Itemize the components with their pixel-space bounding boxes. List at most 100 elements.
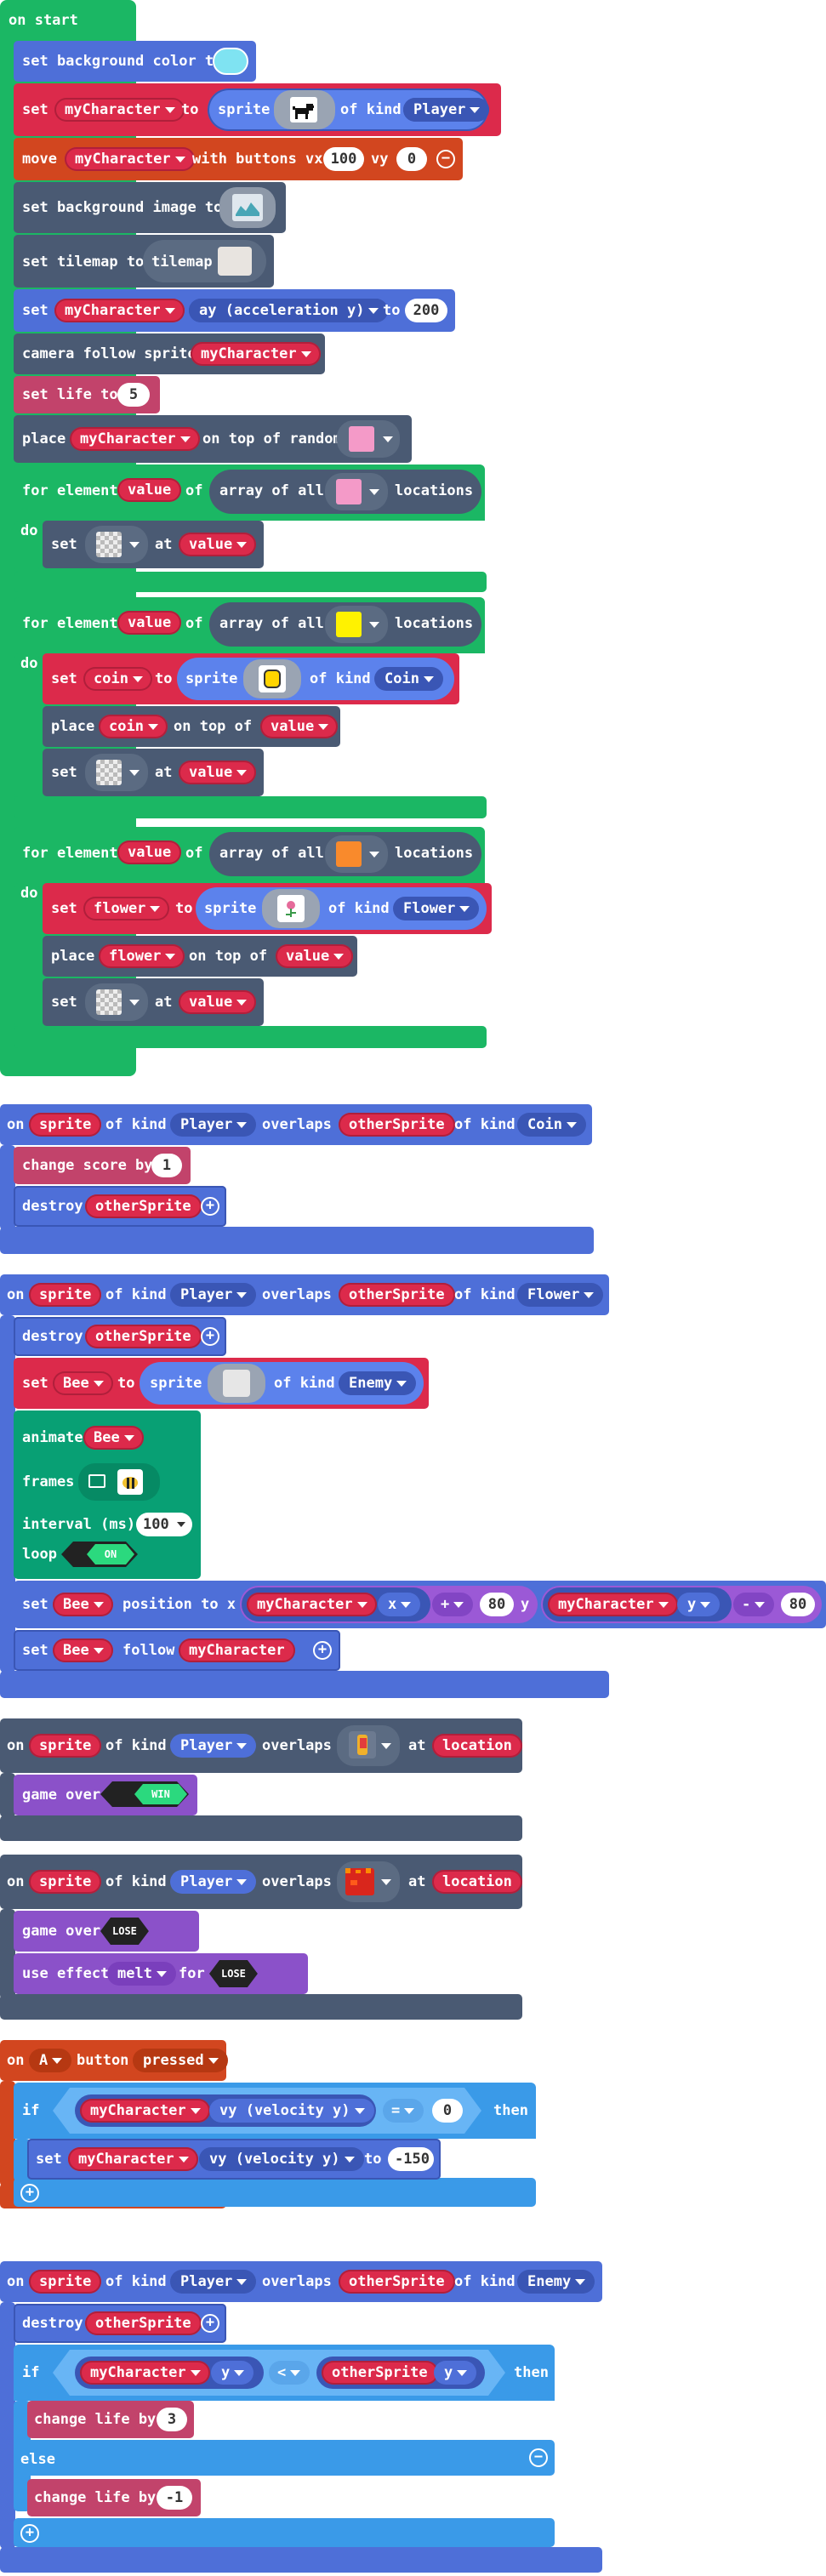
mycharacter-dropdown[interactable]: myCharacter [548,1593,678,1616]
mycharacter-variable[interactable]: myCharacter [179,1638,295,1662]
bee-dropdown[interactable]: Bee [53,1371,113,1395]
tilemap-preview-icon[interactable] [218,247,252,276]
minus-icon[interactable]: − [436,150,455,168]
coin-dropdown[interactable]: coin [99,715,168,738]
kind-player-dropdown[interactable]: Player [170,1113,257,1137]
value-variable[interactable]: value [117,611,182,635]
interval-dropdown[interactable]: 100 [136,1513,192,1536]
kind-flower-dropdown[interactable]: Flower [517,1283,604,1307]
kind-enemy-dropdown[interactable]: Enemy [517,2270,595,2294]
y-prop-dropdown[interactable]: y [434,2361,477,2385]
flower-dropdown[interactable]: flower [83,897,170,920]
bg-color-swatch[interactable] [213,48,248,75]
score-value-input[interactable]: 1 [151,1154,182,1177]
othersprite-variable[interactable]: otherSprite [85,2311,202,2335]
mycharacter-dropdown[interactable]: myCharacter [54,299,185,322]
bee-dropdown[interactable]: Bee [53,1593,113,1616]
kind-coin-dropdown[interactable]: Coin [374,667,443,691]
value-dropdown[interactable]: value [179,990,257,1014]
othersprite-variable[interactable]: otherSprite [339,1113,455,1137]
lose-toggle[interactable]: LOSE [100,1918,149,1945]
value-dropdown[interactable]: value [276,944,354,968]
plus-icon[interactable]: + [201,1197,219,1216]
life-value-input[interactable]: 5 [117,383,150,407]
less-than-op-dropdown[interactable]: < [269,2361,310,2385]
mycharacter-dropdown[interactable]: myCharacter [80,2099,210,2123]
plus-icon[interactable]: + [20,2184,39,2203]
bee-dropdown[interactable]: Bee [83,1426,144,1450]
pink-tile-swatch [349,426,374,452]
kind-player-dropdown[interactable]: Player [170,1283,257,1307]
sprite-variable[interactable]: sprite [29,1734,102,1758]
compare-value-input[interactable]: 0 [432,2099,463,2123]
value-variable[interactable]: value [117,478,182,502]
ay-value-input[interactable]: 200 [405,299,447,322]
button-a-dropdown[interactable]: A [29,2049,72,2072]
othersprite-variable[interactable]: otherSprite [322,2361,438,2385]
value-dropdown[interactable]: value [260,715,339,738]
plus-icon[interactable]: + [313,1641,332,1660]
y-offset-input[interactable]: 80 [781,1593,815,1616]
mycharacter-dropdown[interactable]: myCharacter [80,2361,210,2385]
of-kind-label: of kind [105,1737,167,1754]
value-dropdown[interactable]: value [179,761,257,784]
sprite-variable[interactable]: sprite [29,1113,102,1137]
othersprite-variable[interactable]: otherSprite [339,1283,455,1307]
value-dropdown[interactable]: value [179,533,257,556]
of-kind-label: of kind [328,900,390,917]
x-prop-dropdown[interactable]: x [378,1593,421,1616]
location-variable[interactable]: location [432,1734,522,1758]
vy-value-input[interactable]: -150 [388,2147,434,2171]
minus-icon[interactable]: − [529,2448,548,2467]
life-change-input[interactable]: -1 [157,2486,192,2510]
kind-player-dropdown[interactable]: Player [170,1734,257,1758]
vy-prop-dropdown[interactable]: vy (velocity y) [209,2099,374,2123]
chevron-down-icon [381,1879,391,1885]
minus-op-dropdown[interactable]: - [733,1593,775,1616]
othersprite-variable[interactable]: otherSprite [85,1325,202,1348]
set-label: set [51,900,77,917]
vy-input[interactable]: 0 [396,147,427,171]
bee-dropdown[interactable]: Bee [53,1638,113,1662]
kind-enemy-dropdown[interactable]: Enemy [339,1371,417,1395]
y-prop-dropdown[interactable]: y [211,2361,254,2385]
kind-player-dropdown[interactable]: Player [403,98,490,122]
plus-icon[interactable]: + [201,1327,219,1346]
coin-dropdown[interactable]: coin [83,667,152,691]
vx-input[interactable]: 100 [323,147,364,171]
y-prop-dropdown[interactable]: y [677,1593,721,1616]
kind-flower-dropdown[interactable]: Flower [393,897,480,920]
array-of-all-label: array of all [219,615,324,632]
vy-prop-dropdown[interactable]: vy (velocity y) [199,2147,364,2171]
blocks-workspace[interactable]: on start set background color to set myC… [0,0,826,2576]
plus-op-dropdown[interactable]: + [432,1593,474,1616]
kind-player-dropdown[interactable]: Player [170,1870,257,1894]
flower-dropdown[interactable]: flower [99,944,185,968]
effect-dropdown[interactable]: melt [107,1962,176,1986]
value-variable[interactable]: value [117,841,182,864]
othersprite-variable[interactable]: otherSprite [339,2270,455,2294]
mycharacter-dropdown[interactable]: myCharacter [191,342,321,366]
mycharacter-dropdown[interactable]: myCharacter [54,98,185,122]
mycharacter-dropdown[interactable]: myCharacter [65,147,195,171]
mycharacter-dropdown[interactable]: myCharacter [247,1593,377,1616]
plus-icon[interactable]: + [201,2314,219,2333]
x-offset-input[interactable]: 80 [480,1593,514,1616]
lose-value-toggle[interactable]: LOSE [209,1960,258,1987]
location-variable[interactable]: location [432,1870,522,1894]
sprite-variable[interactable]: sprite [29,2270,102,2294]
equals-op-dropdown[interactable]: = [383,2099,424,2123]
property-dropdown[interactable]: ay (acceleration y) [189,299,389,322]
kind-coin-dropdown[interactable]: Coin [517,1113,586,1137]
mycharacter-dropdown[interactable]: myCharacter [68,2147,198,2171]
sprite-variable[interactable]: sprite [29,1283,102,1307]
mycharacter-dropdown[interactable]: myCharacter [70,427,200,451]
game-over-label: game over [22,1787,101,1804]
kind-player-dropdown[interactable]: Player [170,2270,257,2294]
pressed-dropdown[interactable]: pressed [133,2049,228,2072]
sprite-variable[interactable]: sprite [29,1870,102,1894]
othersprite-variable[interactable]: otherSprite [85,1194,202,1218]
plus-icon[interactable]: + [20,2524,39,2543]
destroy-label: destroy [22,2315,83,2332]
life-change-input[interactable]: 3 [157,2408,187,2431]
